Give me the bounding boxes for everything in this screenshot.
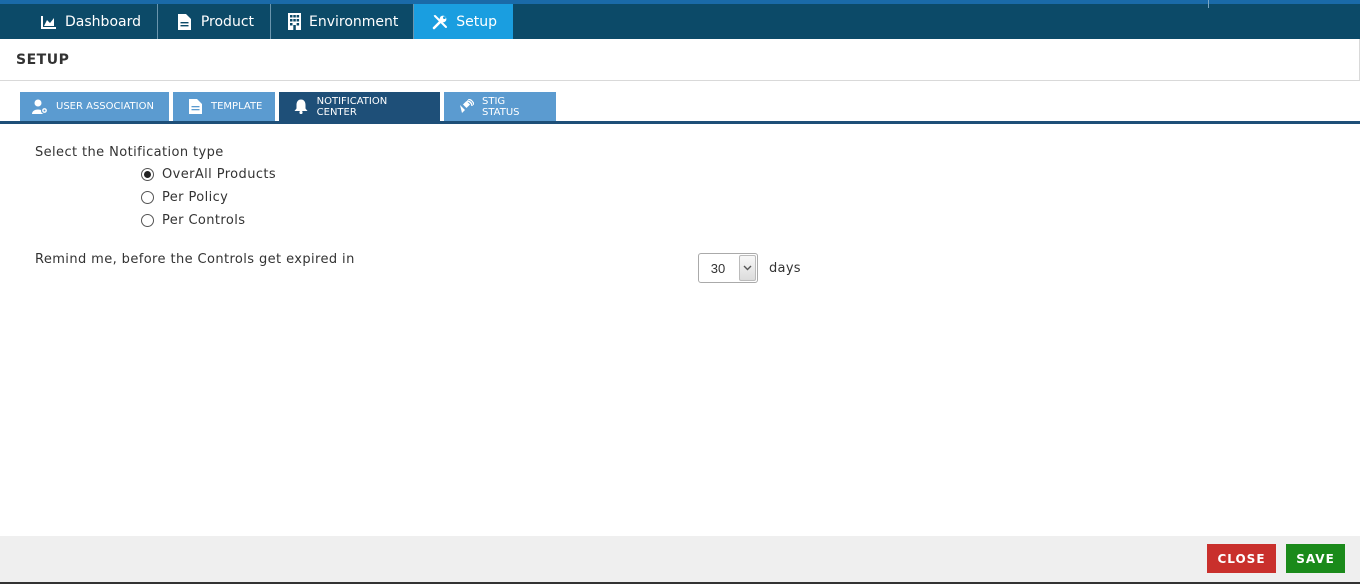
user-gear-icon — [32, 99, 48, 115]
bell-icon — [293, 99, 309, 115]
radio-per-policy[interactable]: Per Policy — [141, 190, 228, 205]
radio-overall-products[interactable]: OverAll Products — [141, 167, 276, 182]
days-select-value: 30 — [710, 260, 726, 276]
radio-label: Per Policy — [162, 190, 229, 205]
footer-bar: CLOSE SAVE — [0, 536, 1360, 584]
building-icon — [288, 13, 301, 31]
page-header: SETUP — [0, 39, 1360, 81]
radio-label: Per Controls — [162, 213, 246, 228]
tools-icon — [432, 13, 448, 31]
remind-label: Remind me, before the Controls get expir… — [35, 252, 355, 267]
notification-type-label: Select the Notification type — [35, 145, 224, 160]
subtab-label: USER ASSOCIATION — [56, 101, 154, 112]
nav-tab-label: Setup — [456, 13, 497, 30]
close-button[interactable]: CLOSE — [1207, 544, 1276, 573]
notification-center-panel: Select the Notification type OverAll Pro… — [0, 124, 1360, 536]
nav-tab-setup[interactable]: Setup — [414, 4, 513, 39]
subtab-stig-status[interactable]: STIG STATUS — [444, 92, 556, 121]
document-icon — [176, 13, 193, 31]
nav-tabs: Dashboard Product Environment Setup — [0, 4, 1360, 39]
subtab-label: TEMPLATE — [211, 101, 263, 112]
nav-tab-dashboard[interactable]: Dashboard — [0, 4, 158, 39]
nav-edge-mark — [1208, 0, 1209, 8]
document-icon — [187, 99, 203, 115]
subtab-template[interactable]: TEMPLATE — [173, 92, 275, 121]
page-title: SETUP — [16, 51, 70, 68]
subtab-user-association[interactable]: USER ASSOCIATION — [20, 92, 169, 121]
save-button[interactable]: SAVE — [1286, 544, 1345, 573]
days-select[interactable]: 30 — [698, 253, 758, 283]
radio-button[interactable] — [141, 168, 154, 181]
setup-subtabs: USER ASSOCIATION TEMPLATE NOTIFICATION C… — [20, 92, 560, 121]
chart-area-icon — [40, 13, 57, 31]
subtab-label: NOTIFICATION CENTER — [316, 95, 388, 118]
days-unit-label: days — [769, 261, 801, 276]
nav-tab-label: Environment — [309, 13, 399, 30]
subtab-label: STIG STATUS — [482, 95, 520, 118]
radio-label: OverAll Products — [162, 167, 277, 182]
nav-tab-environment[interactable]: Environment — [271, 4, 414, 39]
nav-tab-label: Dashboard — [65, 13, 141, 30]
radio-per-controls[interactable]: Per Controls — [141, 213, 245, 228]
chevron-down-icon[interactable] — [739, 255, 756, 281]
nav-tab-product[interactable]: Product — [158, 4, 271, 39]
satellite-icon — [458, 99, 474, 115]
radio-button[interactable] — [141, 214, 154, 227]
radio-button[interactable] — [141, 191, 154, 204]
top-navigation: Dashboard Product Environment Setup — [0, 0, 1360, 39]
subtab-notification-center[interactable]: NOTIFICATION CENTER — [279, 92, 440, 121]
nav-tab-label: Product — [200, 13, 254, 30]
